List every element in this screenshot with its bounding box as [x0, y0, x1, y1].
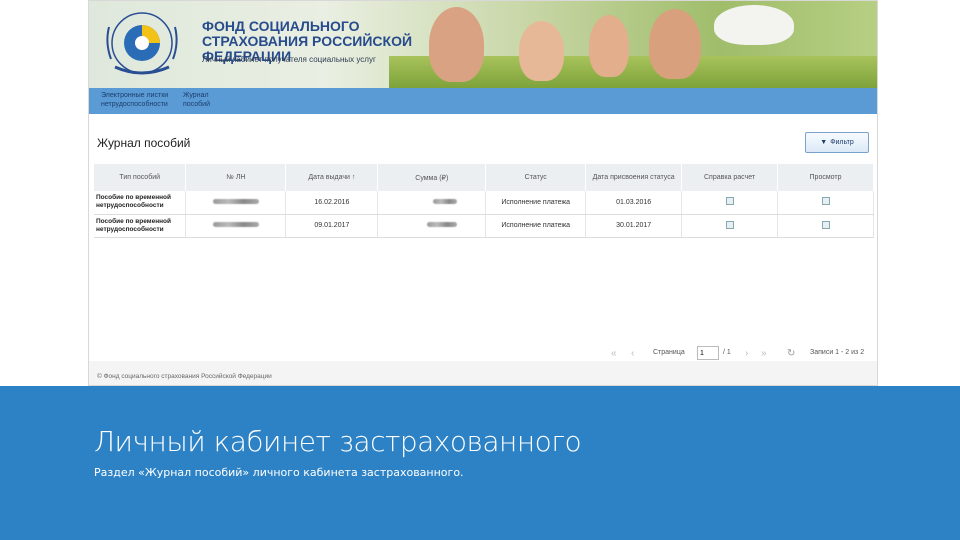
document-icon[interactable] — [821, 197, 830, 206]
fss-logo-icon — [106, 12, 178, 75]
family-photo-person — [429, 7, 484, 82]
filter-icon: ▼ — [820, 139, 828, 146]
records-count: Записи 1 - 2 из 2 — [810, 349, 865, 356]
page-number-input[interactable] — [697, 346, 719, 360]
slide: ФОНД СОЦИАЛЬНОГО СТРАХОВАНИЯ РОССИЙСКОЙ … — [0, 0, 960, 540]
org-subtitle: Личный кабинет получателя социальных усл… — [202, 55, 376, 64]
document-icon[interactable] — [725, 197, 734, 206]
column-header[interactable]: № ЛН — [185, 164, 287, 191]
table-row[interactable]: Пособие по временной нетрудоспособности … — [94, 214, 874, 238]
portal-copyright: © Фонд социального страхования Российско… — [97, 373, 272, 380]
pager: « ‹ Страница / 1 › » ↻ Записи 1 - 2 из 2 — [609, 346, 869, 362]
family-photo-person — [714, 5, 794, 45]
slide-subtitle: Раздел «Журнал пособий» личного кабинета… — [94, 466, 464, 479]
cell-view[interactable] — [777, 214, 874, 238]
page-total: / 1 — [723, 349, 731, 356]
next-page-icon[interactable]: › — [745, 348, 748, 359]
cell-benefit-type: Пособие по временной нетрудоспособности — [94, 191, 187, 215]
table-row[interactable]: Пособие по временной нетрудоспособности … — [94, 191, 874, 215]
column-header: Просмотр — [777, 164, 874, 191]
slide-title: Личный кабинет застрахованного — [94, 425, 582, 458]
table-header-row: Тип пособий № ЛН Дата выдачи ↑ Сумма (₽)… — [94, 164, 874, 191]
column-header: Справка расчет — [681, 164, 779, 191]
nav-item-benefits-journal[interactable]: Журнал пособий — [183, 91, 223, 109]
cell-status: Исполнение платежа — [485, 191, 587, 215]
cell-status: Исполнение платежа — [485, 214, 587, 238]
main-content: Журнал пособий ▼ Фильтр Тип пособий № ЛН… — [89, 114, 877, 361]
prev-page-icon[interactable]: ‹ — [631, 348, 634, 359]
cell-issue-date: 09.01.2017 — [285, 214, 379, 238]
cell-calc-certificate[interactable] — [681, 191, 779, 215]
first-page-icon[interactable]: « — [611, 348, 617, 359]
cell-ln-number-redacted — [185, 214, 287, 238]
portal-nav: Электронные листки нетрудоспособности Жу… — [89, 88, 877, 114]
page-title: Журнал пособий — [97, 136, 191, 150]
cell-issue-date: 16.02.2016 — [285, 191, 379, 215]
cell-calc-certificate[interactable] — [681, 214, 779, 238]
refresh-icon[interactable]: ↻ — [787, 348, 795, 359]
caption-band — [0, 386, 960, 540]
cell-status-date: 30.01.2017 — [585, 214, 683, 238]
column-header[interactable]: Дата присвоения статуса — [585, 164, 683, 191]
cell-view[interactable] — [777, 191, 874, 215]
filter-button[interactable]: ▼ Фильтр — [805, 132, 869, 153]
portal-banner: ФОНД СОЦИАЛЬНОГО СТРАХОВАНИЯ РОССИЙСКОЙ … — [89, 1, 877, 88]
benefits-table: Тип пособий № ЛН Дата выдачи ↑ Сумма (₽)… — [94, 164, 874, 238]
filter-button-label: Фильтр — [830, 139, 854, 146]
portal-screenshot: ФОНД СОЦИАЛЬНОГО СТРАХОВАНИЯ РОССИЙСКОЙ … — [88, 0, 878, 386]
cell-ln-number-redacted — [185, 191, 287, 215]
column-header[interactable]: Дата выдачи ↑ — [285, 164, 379, 191]
family-photo-person — [519, 21, 564, 81]
cell-status-date: 01.03.2016 — [585, 191, 683, 215]
last-page-icon[interactable]: » — [761, 348, 767, 359]
cell-amount-redacted — [377, 214, 487, 238]
document-icon[interactable] — [725, 220, 734, 229]
nav-item-sick-leave[interactable]: Электронные листки нетрудоспособности — [101, 91, 181, 109]
cell-amount-redacted — [377, 191, 487, 215]
family-photo-person — [649, 9, 701, 79]
document-icon[interactable] — [821, 220, 830, 229]
cell-benefit-type: Пособие по временной нетрудоспособности — [94, 214, 187, 238]
column-header[interactable]: Тип пособий — [94, 164, 187, 191]
page-label: Страница — [653, 349, 685, 356]
column-header[interactable]: Статус — [485, 164, 587, 191]
family-photo-person — [589, 15, 629, 77]
column-header[interactable]: Сумма (₽) — [377, 164, 487, 191]
